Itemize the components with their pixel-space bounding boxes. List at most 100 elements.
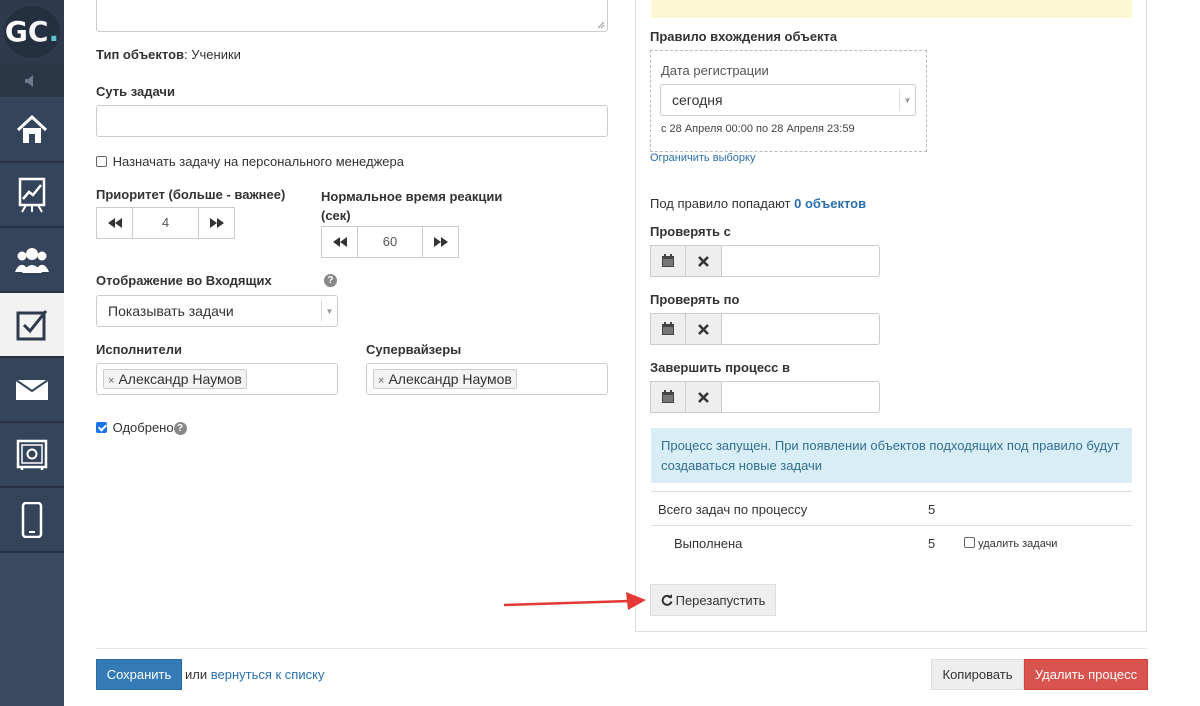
sidebar: GC. <box>0 0 64 706</box>
chevron-down-icon: ▼ <box>899 89 915 111</box>
logo-mark: GC. <box>4 6 60 58</box>
inbox-display-value: Показывать задачи <box>108 303 234 319</box>
total-tasks-value: 5 <box>928 502 936 517</box>
delete-tasks-checkbox[interactable] <box>964 537 975 548</box>
calendar-button[interactable] <box>650 313 686 345</box>
supervisors-input[interactable]: × Александр Наумов <box>366 363 608 395</box>
priority-label: Приоритет (больше - важнее) <box>96 187 286 202</box>
remove-tag-icon[interactable]: × <box>378 375 384 387</box>
annotation-arrow <box>503 592 646 610</box>
reaction-time-stepper[interactable]: 60 <box>321 226 459 258</box>
finish-input[interactable] <box>722 381 880 413</box>
executors-input[interactable]: × Александр Наумов <box>96 363 338 395</box>
task-essence-input[interactable] <box>96 105 608 137</box>
supervisors-label: Супервайзеры <box>366 342 462 357</box>
check-from-input[interactable] <box>722 245 880 277</box>
users-icon[interactable] <box>0 228 64 293</box>
approved-row[interactable]: Одобрено? <box>96 420 187 436</box>
assign-manager-row[interactable]: Назначать задачу на персонального менедж… <box>96 154 404 169</box>
remove-tag-icon[interactable]: × <box>108 375 114 387</box>
copy-button[interactable]: Копировать <box>931 659 1024 690</box>
calendar-icon <box>662 254 674 267</box>
reaction-time-increase-button[interactable] <box>422 227 458 257</box>
priority-increase-button[interactable] <box>198 208 234 238</box>
calendar-icon <box>662 322 674 335</box>
double-chevron-right-icon <box>433 237 448 247</box>
speaker-icon[interactable] <box>0 64 64 98</box>
double-chevron-left-icon <box>107 218 122 228</box>
supervisor-tag: × Александр Наумов <box>373 369 517 389</box>
check-to-label: Проверять по <box>650 292 740 307</box>
assign-manager-label: Назначать задачу на персонального менедж… <box>112 154 404 169</box>
total-tasks-label: Всего задач по процессу <box>658 502 808 517</box>
close-icon <box>698 323 709 335</box>
reg-date-value: сегодня <box>672 92 723 108</box>
back-to-list-link[interactable]: вернуться к списку <box>211 667 325 682</box>
task-essence-label: Суть задачи <box>96 84 175 99</box>
tasks-checkbox-icon[interactable] <box>0 293 64 358</box>
main-content: Тип объектов: Ученики Суть задачи Назнач… <box>64 0 1200 706</box>
check-to-date-group <box>650 313 880 345</box>
approved-checkbox[interactable] <box>96 422 107 433</box>
resize-handle-icon[interactable] <box>597 21 605 29</box>
table-divider <box>651 525 1132 526</box>
mail-icon[interactable] <box>0 358 64 423</box>
check-to-input[interactable] <box>722 313 880 345</box>
reg-date-select[interactable]: сегодня ▼ <box>660 84 916 116</box>
reaction-time-label: Нормальное время реакции (сек) <box>321 189 503 223</box>
table-divider <box>651 491 1132 492</box>
priority-value[interactable]: 4 <box>133 208 198 238</box>
executors-label: Исполнители <box>96 342 182 357</box>
delete-tasks-label: удалить задачи <box>978 538 1058 550</box>
safe-icon[interactable] <box>0 423 64 488</box>
priority-decrease-button[interactable] <box>97 208 133 238</box>
done-label: Выполнена <box>674 536 743 551</box>
priority-stepper[interactable]: 4 <box>96 207 235 239</box>
help-icon[interactable]: ? <box>324 274 337 287</box>
help-icon[interactable]: ? <box>173 422 187 436</box>
object-type-value: : Ученики <box>184 47 241 62</box>
matches-link[interactable]: 0 объектов <box>794 196 866 211</box>
mobile-icon[interactable] <box>0 488 64 553</box>
warning-note <box>651 0 1132 18</box>
close-icon <box>698 255 709 267</box>
close-icon <box>698 391 709 403</box>
footer-or-row: или вернуться к списку <box>185 667 325 682</box>
object-type-row: Тип объектов: Ученики <box>96 47 241 62</box>
finish-label: Завершить процесс в <box>650 360 791 375</box>
delete-tasks-row[interactable]: удалить задачи <box>964 537 1057 550</box>
clear-button[interactable] <box>686 381 722 413</box>
reaction-time-decrease-button[interactable] <box>322 227 358 257</box>
process-description-textarea[interactable] <box>96 0 608 32</box>
reg-date-range: с 28 Апреля 00:00 по 28 Апреля 23:59 <box>661 123 855 135</box>
logo[interactable]: GC. <box>0 0 64 64</box>
double-chevron-left-icon <box>332 237 347 247</box>
inbox-display-select[interactable]: Показывать задачи ▼ <box>96 295 338 327</box>
check-from-label: Проверять с <box>650 224 731 239</box>
restart-button[interactable]: Перезапустить <box>650 584 776 616</box>
home-icon[interactable] <box>0 98 64 163</box>
calendar-icon <box>662 390 674 403</box>
calendar-button[interactable] <box>650 245 686 277</box>
chart-icon[interactable] <box>0 163 64 228</box>
delete-process-button[interactable]: Удалить процесс <box>1024 659 1148 690</box>
process-running-alert: Процесс запущен. При появлении объектов … <box>651 428 1132 483</box>
save-button[interactable]: Сохранить <box>96 659 182 690</box>
object-type-label: Тип объектов <box>96 47 185 62</box>
clear-button[interactable] <box>686 245 722 277</box>
reg-date-label: Дата регистрации <box>661 63 769 78</box>
done-value: 5 <box>928 536 936 551</box>
calendar-button[interactable] <box>650 381 686 413</box>
clear-button[interactable] <box>686 313 722 345</box>
double-chevron-right-icon <box>209 218 224 228</box>
approved-label: Одобрено <box>112 420 174 435</box>
reaction-time-value[interactable]: 60 <box>358 227 422 257</box>
assign-manager-checkbox[interactable] <box>96 156 107 167</box>
footer-divider <box>96 648 1147 649</box>
rule-title: Правило вхождения объекта <box>650 29 838 44</box>
executor-tag: × Александр Наумов <box>103 369 247 389</box>
inbox-display-label: Отображение во Входящих <box>96 273 272 288</box>
refresh-icon <box>661 594 673 606</box>
limit-selection-link[interactable]: Ограничить выборку <box>650 152 755 164</box>
sidebar-filler <box>0 553 64 706</box>
